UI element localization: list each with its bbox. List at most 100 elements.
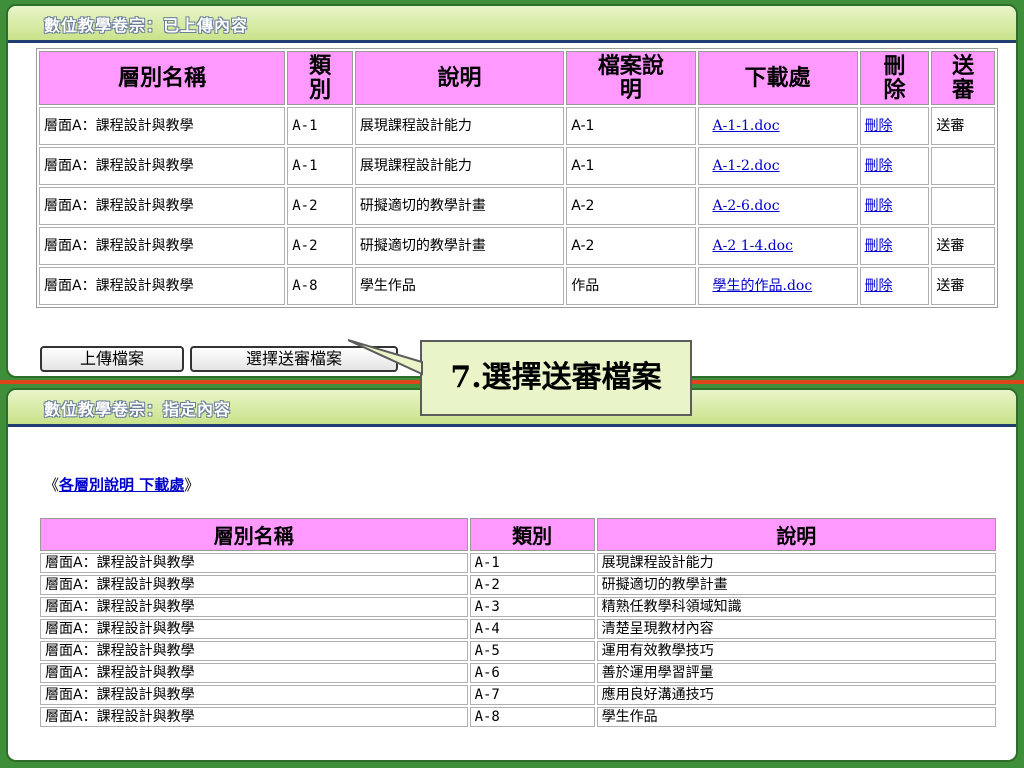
cell-delete: 刪除 (859, 107, 930, 145)
cell-category: A-3 (469, 597, 595, 617)
table-row: 層面A：課程設計與教學 A-1 展現課程設計能力 (40, 553, 996, 573)
cell-download: A-2-6.doc (697, 187, 858, 225)
header-layer: 層別名稱 (40, 518, 468, 551)
cell-layer: 層面A：課程設計與教學 (40, 641, 468, 661)
delete-file-link[interactable]: 刪除 (865, 238, 893, 254)
cell-description: 清楚呈現教材內容 (596, 619, 996, 639)
assigned-content-panel: 數位教學卷宗：指定內容 《各層別說明 下載處》 層別名稱 類別 說明 層面A：課… (6, 388, 1018, 762)
cell-layer: 層面A：課程設計與教學 (40, 663, 468, 683)
cell-description: 學生作品 (354, 267, 565, 305)
callout-pointer (348, 339, 423, 376)
table-row: 層面A：課程設計與教學 A-5 運用有效教學技巧 (40, 641, 996, 661)
table-header-row: 層別名稱 類別 說明 (40, 518, 996, 551)
cell-file-desc: A-1 (566, 147, 696, 185)
layer-spec-download-link[interactable]: 各層別說明 下載處 (59, 476, 184, 494)
cell-layer: 層面A：課程設計與教學 (40, 619, 468, 639)
cell-review: 送審 (931, 227, 995, 265)
cell-review: 送審 (931, 267, 995, 305)
table-row: 層面A：課程設計與教學 A-8 學生作品 (40, 707, 996, 727)
cell-category: A-2 (287, 227, 353, 265)
cell-download: A-1-1.doc (697, 107, 858, 145)
upload-file-button[interactable]: 上傳檔案 (40, 346, 184, 372)
delete-file-link[interactable]: 刪除 (865, 198, 893, 214)
download-file-link[interactable]: A-1-2.doc (713, 158, 780, 174)
cell-download: A-2 1-4.doc (697, 227, 858, 265)
download-file-link[interactable]: A-2-6.doc (713, 198, 780, 214)
cell-description: 研擬適切的教學計畫 (354, 187, 565, 225)
cell-description: 研擬適切的教學計畫 (354, 227, 565, 265)
cell-delete: 刪除 (859, 267, 930, 305)
download-file-link[interactable]: A-1-1.doc (713, 118, 780, 134)
cell-delete: 刪除 (859, 187, 930, 225)
cell-category: A-2 (287, 187, 353, 225)
cell-description: 學生作品 (596, 707, 996, 727)
cell-delete: 刪除 (859, 227, 930, 265)
table-row: 層面A：課程設計與教學 A-4 清楚呈現教材內容 (40, 619, 996, 639)
assigned-items-table: 層別名稱 類別 說明 層面A：課程設計與教學 A-1 展現課程設計能力 層面A：課程設… (38, 516, 998, 729)
header-category: 類別 (469, 518, 595, 551)
cell-description: 運用有效教學技巧 (596, 641, 996, 661)
header-category: 類別 (287, 51, 353, 105)
cell-category: A-7 (469, 685, 595, 705)
header-file-desc: 檔案說明 (566, 51, 696, 105)
cell-category: A-5 (469, 641, 595, 661)
download-file-link[interactable]: 學生的作品.doc (713, 278, 813, 294)
cell-review (931, 187, 995, 225)
cell-layer: 層面A：課程設計與教學 (39, 227, 286, 265)
step-callout: 7.選擇送審檔案 (420, 340, 692, 416)
table-row: 層面A：課程設計與教學 A-2 研擬適切的教學計畫 A-2 A-2 1-4.doc 刪除送… (39, 227, 995, 265)
header-layer: 層別名稱 (39, 51, 286, 105)
cell-category: A-2 (469, 575, 595, 595)
cell-description: 展現課程設計能力 (354, 107, 565, 145)
header-description: 說明 (596, 518, 996, 551)
panel-header: 數位教學卷宗：已上傳內容 (8, 6, 1016, 43)
cell-description: 展現課程設計能力 (354, 147, 565, 185)
cell-layer: 層面A：課程設計與教學 (40, 575, 468, 595)
cell-review: 送審 (931, 107, 995, 145)
cell-delete: 刪除 (859, 147, 930, 185)
spec-link-open: 《 (44, 476, 60, 494)
cell-category: A-8 (287, 267, 353, 305)
header-delete: 刪除 (859, 51, 930, 105)
cell-category: A-1 (469, 553, 595, 573)
panel-title: 數位教學卷宗：已上傳內容 (44, 16, 249, 35)
header-description: 說明 (354, 51, 565, 105)
cell-layer: 層面A：課程設計與教學 (39, 267, 286, 305)
cell-description: 精熟任教學科領域知識 (596, 597, 996, 617)
header-review: 送審 (931, 51, 995, 105)
table-row: 層面A：課程設計與教學 A-2 研擬適切的教學計畫 A-2 A-2-6.doc 刪除 (39, 187, 995, 225)
panel-title: 數位教學卷宗：指定內容 (44, 400, 232, 419)
table-header-row: 層別名稱 類別 說明 檔案說明 下載處 刪除 送審 (39, 51, 995, 105)
delete-file-link[interactable]: 刪除 (865, 158, 893, 174)
cell-category: A-1 (287, 147, 353, 185)
delete-file-link[interactable]: 刪除 (865, 118, 893, 134)
uploaded-content-panel: 數位教學卷宗：已上傳內容 層別名稱 類別 說明 檔案說明 下載處 刪除 送審 層… (6, 4, 1018, 378)
table-row: 層面A：課程設計與教學 A-2 研擬適切的教學計畫 (40, 575, 996, 595)
cell-description: 善於運用學習評量 (596, 663, 996, 683)
cell-file-desc: 作品 (566, 267, 696, 305)
cell-layer: 層面A：課程設計與教學 (39, 187, 286, 225)
cell-layer: 層面A：課程設計與教學 (39, 147, 286, 185)
cell-layer: 層面A：課程設計與教學 (40, 553, 468, 573)
cell-layer: 層面A：課程設計與教學 (40, 685, 468, 705)
cell-category: A-8 (469, 707, 595, 727)
cell-description: 研擬適切的教學計畫 (596, 575, 996, 595)
uploaded-files-table: 層別名稱 類別 說明 檔案說明 下載處 刪除 送審 層面A：課程設計與教學 A-1… (36, 48, 998, 308)
cell-layer: 層面A：課程設計與教學 (40, 597, 468, 617)
cell-category: A-6 (469, 663, 595, 683)
cell-review (931, 147, 995, 185)
cell-file-desc: A-2 (566, 227, 696, 265)
delete-file-link[interactable]: 刪除 (865, 278, 893, 294)
download-file-link[interactable]: A-2 1-4.doc (713, 238, 793, 254)
cell-layer: 層面A：課程設計與教學 (39, 107, 286, 145)
table-row: 層面A：課程設計與教學 A-1 展現課程設計能力 A-1 A-1-1.doc 刪除 送審 (39, 107, 995, 145)
table-row: 層面A：課程設計與教學 A-3 精熟任教學科領域知識 (40, 597, 996, 617)
cell-file-desc: A-1 (566, 107, 696, 145)
cell-description: 展現課程設計能力 (596, 553, 996, 573)
cell-file-desc: A-2 (566, 187, 696, 225)
table-row: 層面A：課程設計與教學 A-8 學生作品 作品 學生的作品.doc 刪除 送審 (39, 267, 995, 305)
table-row: 層面A：課程設計與教學 A-7 應用良好溝通技巧 (40, 685, 996, 705)
table-row: 層面A：課程設計與教學 A-1 展現課程設計能力 A-1 A-1-2.doc 刪除 (39, 147, 995, 185)
cell-category: A-4 (469, 619, 595, 639)
header-download: 下載處 (697, 51, 858, 105)
